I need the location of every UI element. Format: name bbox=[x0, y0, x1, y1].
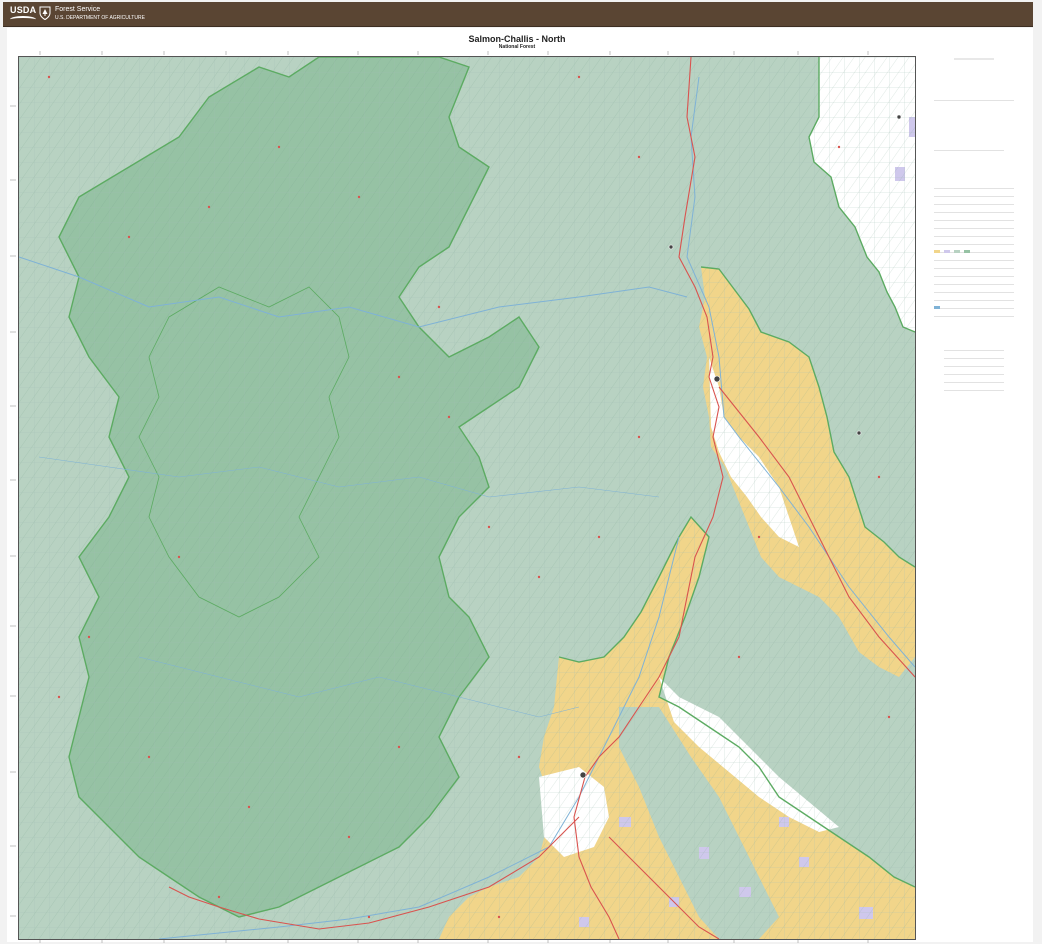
legend-title-line bbox=[954, 58, 994, 60]
legend-line bbox=[944, 366, 1004, 367]
legend-swatch-water bbox=[934, 306, 940, 309]
legend-line bbox=[934, 188, 1014, 189]
agency-name: Forest Service bbox=[55, 6, 101, 13]
legend-line bbox=[934, 204, 1014, 205]
legend-line bbox=[934, 276, 1014, 277]
legend-line bbox=[934, 268, 1014, 269]
legend-line bbox=[934, 244, 1014, 245]
legend-line bbox=[934, 308, 1014, 309]
map-title-block: Salmon-Challis - North National Forest bbox=[0, 34, 1034, 50]
usda-logo: USDA bbox=[10, 5, 36, 23]
legend-swatch-state bbox=[944, 250, 950, 253]
legend-line bbox=[934, 292, 1014, 293]
town-marker bbox=[896, 114, 902, 120]
legend-line bbox=[934, 316, 1014, 317]
legend-line bbox=[944, 382, 1004, 383]
usda-logo-text: USDA bbox=[10, 5, 37, 15]
map-sheet-frame: USDA Forest Service U.S. DEPARTMENT OF A… bbox=[0, 0, 1042, 944]
legend-line bbox=[934, 260, 1014, 261]
legend-line bbox=[934, 236, 1014, 237]
legend-line bbox=[934, 196, 1014, 197]
legend-line bbox=[934, 212, 1014, 213]
top-coordinate-ticks bbox=[39, 51, 869, 55]
legend-line bbox=[934, 220, 1014, 221]
legend-line bbox=[944, 358, 1004, 359]
legend-line bbox=[944, 350, 1004, 351]
left-coordinate-ticks bbox=[10, 105, 16, 917]
usda-swoosh-icon bbox=[10, 16, 36, 23]
legend-line bbox=[934, 150, 1004, 151]
agency-name-block: Forest Service U.S. DEPARTMENT OF AGRICU… bbox=[55, 6, 145, 22]
legend-line bbox=[944, 374, 1004, 375]
legend-line bbox=[944, 390, 1004, 391]
agency-banner: USDA Forest Service U.S. DEPARTMENT OF A… bbox=[3, 2, 1033, 27]
legend-swatch-forest bbox=[954, 250, 960, 253]
map-subtitle: National Forest bbox=[498, 44, 536, 50]
legend-line bbox=[934, 228, 1014, 229]
forest-map[interactable] bbox=[18, 56, 916, 940]
legend-line bbox=[934, 100, 1014, 101]
legend-swatch-wilderness bbox=[964, 250, 970, 253]
map-title: Salmon-Challis - North bbox=[468, 34, 566, 44]
town-marker bbox=[668, 244, 674, 250]
legend-swatch-blm bbox=[934, 250, 940, 253]
town-marker bbox=[713, 375, 721, 383]
town-marker bbox=[579, 771, 587, 779]
town-marker bbox=[856, 430, 862, 436]
forest-service-shield-icon bbox=[39, 6, 51, 20]
legend-line bbox=[934, 284, 1014, 285]
legend-line bbox=[934, 300, 1014, 301]
map-graphic bbox=[19, 57, 915, 939]
map-legend bbox=[924, 40, 1024, 460]
department-name: U.S. DEPARTMENT OF AGRICULTURE bbox=[55, 15, 145, 21]
